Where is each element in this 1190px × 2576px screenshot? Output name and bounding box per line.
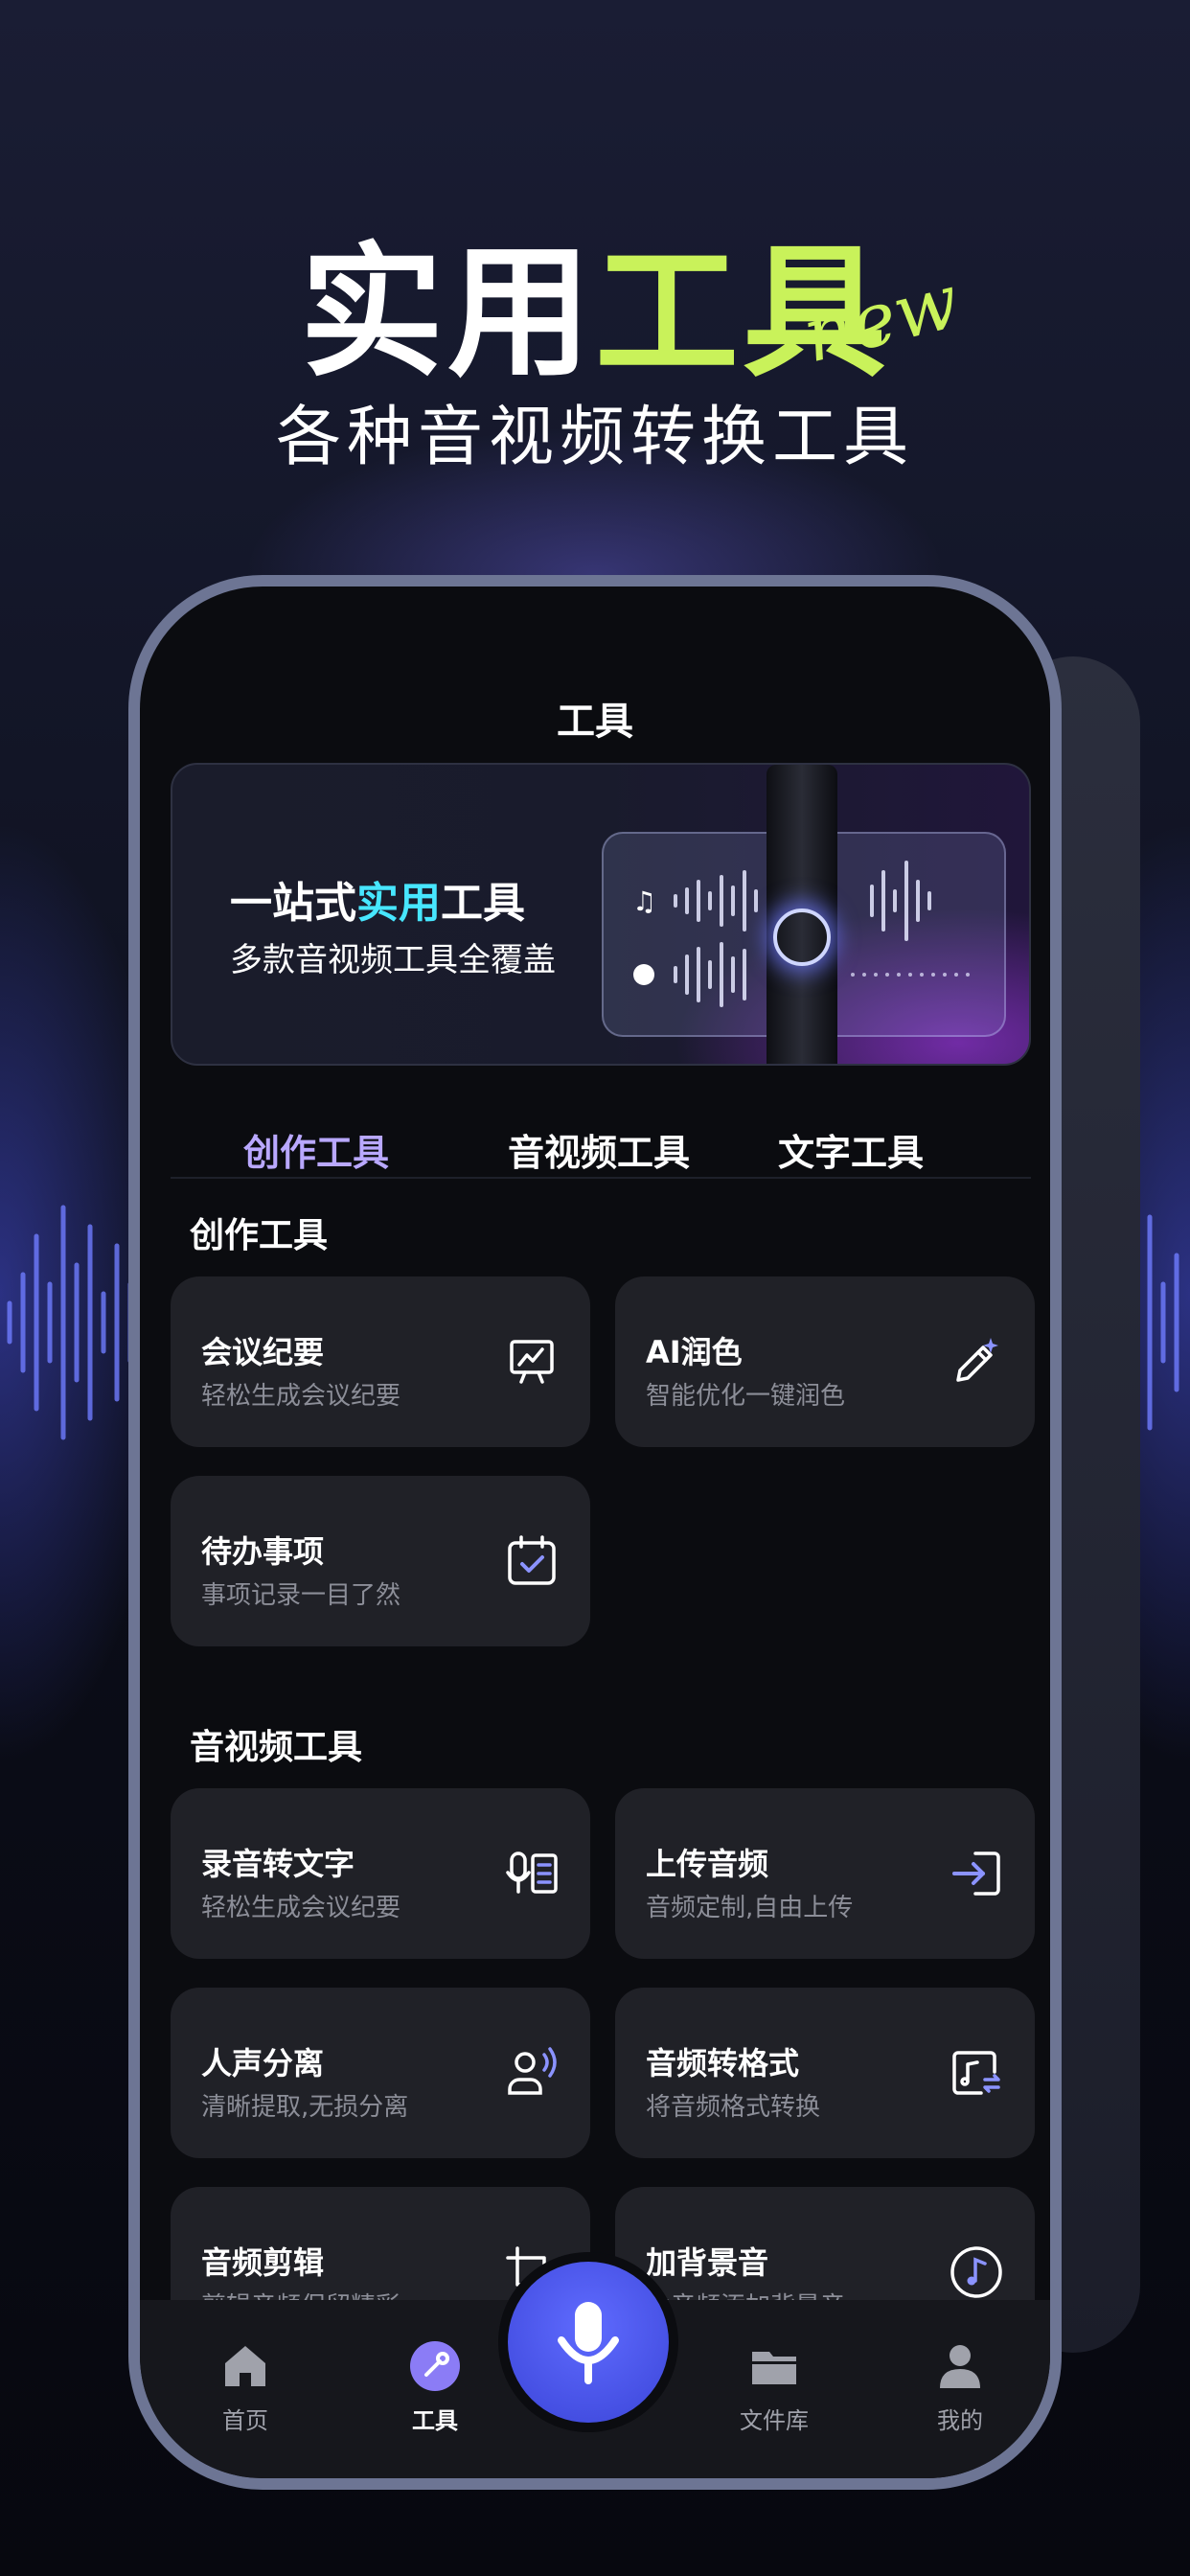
user-icon [940,2345,980,2388]
audio-convert-icon [952,2051,1000,2095]
card-title: 音频剪辑 [201,2244,325,2281]
promo-banner[interactable]: 一站式实用工具 多款音视频工具全覆盖 ♫ [171,763,1031,1066]
nav-label: 文件库 [740,2407,809,2434]
voice-icon [633,964,654,985]
card-subtitle: 轻松生成会议纪要 [201,1894,401,1922]
card-subtitle: 轻松生成会议纪要 [201,1382,401,1411]
hero-title: 实用工具 [0,196,1190,404]
hero-title-white: 实用 [299,230,595,397]
upload-icon [952,1852,1000,1896]
tools-icon [410,2341,460,2391]
tool-card-recording-to-text[interactable]: 录音转文字 轻松生成会议纪要 [171,1788,590,1959]
voice-person-icon [508,2047,557,2095]
nav-home[interactable]: 首页 [178,2340,312,2435]
card-title: 录音转文字 [201,1846,355,1882]
card-subtitle: 音频定制,自由上传 [646,1894,854,1922]
microphone-ring-decoration [773,908,831,966]
mic-to-text-icon [506,1852,558,1894]
record-button-face [508,2262,669,2423]
presentation-icon [510,1340,554,1384]
card-title: 上传音频 [646,1846,769,1882]
tab-divider [171,1177,1031,1179]
nav-label: 首页 [222,2407,268,2434]
card-title: 人声分离 [201,2045,325,2082]
music-note-icon [950,2246,1002,2298]
nav-files[interactable]: 文件库 [707,2340,841,2435]
microphone-icon [558,2302,619,2384]
nav-tools[interactable]: 工具 [368,2340,502,2435]
tool-card-voice-separation[interactable]: 人声分离 清晰提取,无损分离 [171,1988,590,2158]
tool-card-meeting-notes[interactable]: 会议纪要 轻松生成会议纪要 [171,1276,590,1447]
hero-subtitle: 各种音视频转换工具 [275,400,914,475]
tool-card-todo[interactable]: 待办事项 事项记录一目了然 [171,1476,590,1646]
banner-headline-a: 一站式 [230,879,356,928]
tool-card-ai-polish[interactable]: AI润色 智能优化一键润色 [615,1276,1035,1447]
folder-icon [752,2352,796,2384]
calendar-check-icon [508,1535,556,1585]
card-title: 会议纪要 [201,1334,325,1370]
magic-pen-icon [956,1338,998,1382]
phone-screen: 工具 一站式实用工具 多款音视频工具全覆盖 ♫ 创作工具 音视频工具 文字工具 … [140,586,1050,2478]
banner-headline-b: 工具 [441,879,525,928]
banner-headline: 一站式实用工具 [230,868,525,930]
card-title: AI润色 [646,1334,743,1370]
card-title: 待办事项 [201,1533,325,1570]
section-title-creation: 创作工具 [190,1216,329,1255]
card-subtitle: 将音频格式转换 [646,2093,821,2122]
card-title: 音频转格式 [646,2045,800,2082]
home-icon [225,2346,265,2386]
tool-card-upload-audio[interactable]: 上传音频 音频定制,自由上传 [615,1788,1035,1959]
tab-creation-tools[interactable]: 创作工具 [243,1123,389,1176]
banner-subline: 多款音视频工具全覆盖 [230,941,556,979]
nav-label: 我的 [937,2407,983,2434]
page-title: 工具 [557,700,633,744]
card-subtitle: 事项记录一目了然 [201,1581,401,1610]
tool-card-audio-format[interactable]: 音频转格式 将音频格式转换 [615,1988,1035,2158]
tab-text-tools[interactable]: 文字工具 [778,1123,924,1176]
nav-label: 工具 [412,2407,458,2434]
music-note-icon: ♫ [632,886,656,917]
section-title-audio-video: 音视频工具 [190,1728,363,1767]
card-subtitle: 清晰提取,无损分离 [201,2093,409,2122]
tab-audio-video-tools[interactable]: 音视频工具 [508,1123,690,1176]
record-microphone-button[interactable] [498,2252,678,2432]
phone-frame: 工具 一站式实用工具 多款音视频工具全覆盖 ♫ 创作工具 音视频工具 文字工具 … [128,575,1062,2490]
card-subtitle: 智能优化一键润色 [646,1382,846,1411]
banner-headline-accent: 实用 [356,879,441,928]
nav-profile[interactable]: 我的 [893,2340,1027,2435]
